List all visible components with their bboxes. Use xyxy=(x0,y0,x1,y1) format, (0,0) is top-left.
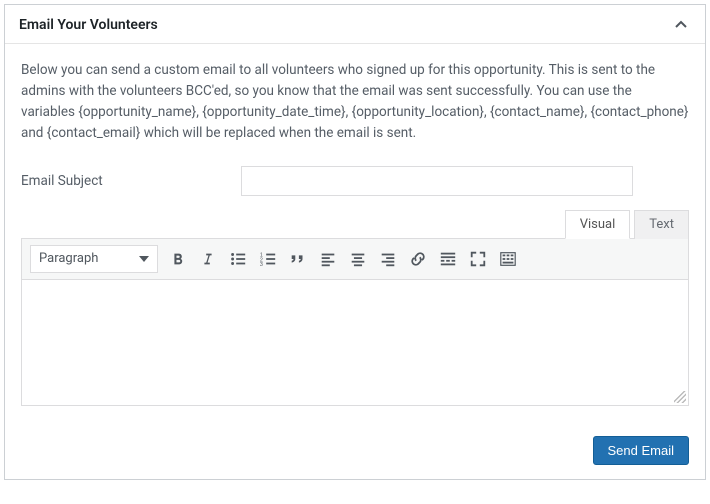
italic-icon[interactable] xyxy=(198,249,218,269)
subject-label: Email Subject xyxy=(21,173,241,189)
subject-row: Email Subject xyxy=(21,166,689,196)
editor: Visual Text Paragraph 123 xyxy=(21,210,689,406)
format-select[interactable]: Paragraph xyxy=(30,245,158,273)
send-email-button[interactable]: Send Email xyxy=(593,436,689,465)
tab-visual[interactable]: Visual xyxy=(565,210,631,239)
align-center-icon[interactable] xyxy=(348,249,368,269)
panel-title: Email Your Volunteers xyxy=(19,17,158,33)
subject-input[interactable] xyxy=(241,166,633,196)
fullscreen-icon[interactable] xyxy=(468,249,488,269)
editor-tabs: Visual Text xyxy=(21,210,689,239)
panel-footer: Send Email xyxy=(5,422,705,479)
toolbar-toggle-icon[interactable] xyxy=(498,249,518,269)
collapse-icon[interactable] xyxy=(671,15,691,35)
numbered-list-icon[interactable]: 123 xyxy=(258,249,278,269)
editor-content[interactable] xyxy=(21,280,689,406)
align-right-icon[interactable] xyxy=(378,249,398,269)
panel-body: Below you can send a custom email to all… xyxy=(5,44,705,422)
bold-icon[interactable] xyxy=(168,249,188,269)
intro-text: Below you can send a custom email to all… xyxy=(21,60,689,144)
blockquote-icon[interactable] xyxy=(288,249,308,269)
panel-header[interactable]: Email Your Volunteers xyxy=(5,5,705,44)
format-selected: Paragraph xyxy=(39,251,98,266)
bullet-list-icon[interactable] xyxy=(228,249,248,269)
svg-text:3: 3 xyxy=(260,262,263,268)
link-icon[interactable] xyxy=(408,249,428,269)
editor-toolbar: Paragraph 123 xyxy=(21,238,689,280)
align-left-icon[interactable] xyxy=(318,249,338,269)
insert-more-icon[interactable] xyxy=(438,249,458,269)
tab-text[interactable]: Text xyxy=(634,210,689,239)
